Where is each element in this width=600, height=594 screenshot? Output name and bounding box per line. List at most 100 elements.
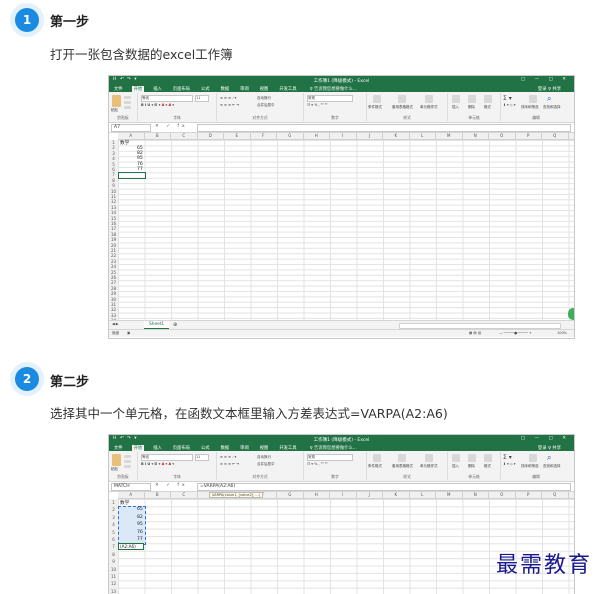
cell-a2[interactable]: 65 bbox=[137, 146, 143, 151]
delete-cells-icon[interactable] bbox=[468, 454, 476, 462]
column-header[interactable]: O bbox=[489, 492, 516, 498]
add-sheet-icon[interactable]: ⊕ bbox=[173, 322, 177, 328]
copy-icon[interactable] bbox=[124, 460, 131, 463]
number-format-select[interactable]: 常规 bbox=[307, 95, 353, 102]
name-box[interactable]: A7 bbox=[111, 124, 151, 132]
cut-icon[interactable] bbox=[124, 455, 131, 458]
column-header[interactable]: L bbox=[410, 492, 436, 498]
number-icons[interactable]: ☷ ▾ % , ⁰⁰ ⁰⁰ bbox=[307, 462, 328, 466]
tab-data[interactable]: 数据 bbox=[219, 86, 232, 92]
tab-view[interactable]: 视图 bbox=[258, 445, 271, 451]
column-header[interactable]: C bbox=[171, 133, 198, 139]
align-icons[interactable]: ≡ ≡ ≡ ⟋▾ bbox=[220, 455, 236, 459]
cell-styles-icon[interactable] bbox=[425, 454, 433, 462]
tell-me-search[interactable]: ♀ 告诉我您想要做什么... bbox=[308, 86, 359, 92]
fill-clear-icons[interactable]: ⬇ ▾ ◇ ▾ bbox=[503, 462, 515, 466]
column-header[interactable]: J bbox=[357, 492, 383, 498]
format-cells-icon[interactable] bbox=[484, 95, 492, 103]
column-header[interactable]: C bbox=[171, 492, 198, 498]
tab-home[interactable]: 开始 bbox=[131, 444, 145, 451]
column-header[interactable]: G bbox=[277, 133, 304, 139]
sort-filter-icon[interactable] bbox=[529, 95, 537, 103]
row-header[interactable]: 12 bbox=[109, 580, 118, 587]
tab-view[interactable]: 视图 bbox=[258, 86, 271, 92]
merge-center-button[interactable]: 合并后居中 bbox=[257, 462, 275, 467]
worksheet-grid[interactable]: ABCDEFGHIJKLMNOPQ 1 2 3 4 5 6 7 8 9 10 11 12 13 14 15 1… bbox=[109, 133, 574, 323]
number-format-select[interactable]: 常规 bbox=[307, 454, 353, 461]
tab-page-layout[interactable]: 页面布局 bbox=[171, 445, 192, 451]
editing-cell-a7[interactable]: (A2:A6) bbox=[118, 543, 144, 550]
side-helper-tab[interactable] bbox=[568, 308, 574, 320]
cell-a1[interactable]: 数学 bbox=[120, 140, 129, 146]
tab-review[interactable]: 审阅 bbox=[238, 445, 251, 451]
tab-insert[interactable]: 插入 bbox=[151, 445, 164, 451]
sheet-tab[interactable]: Sheet1 bbox=[144, 321, 170, 329]
number-icons[interactable]: ☷ ▾ % , ⁰⁰ ⁰⁰ bbox=[307, 103, 328, 107]
column-header[interactable]: L bbox=[410, 133, 436, 139]
autosum-icon[interactable]: Σ ▾ bbox=[503, 95, 512, 102]
bold-icon[interactable]: B I U ▾ ⊞ ▾ A ▾ A ▾ bbox=[141, 103, 174, 107]
column-header[interactable]: K bbox=[383, 133, 410, 139]
cell-a4[interactable]: 95 bbox=[137, 156, 143, 161]
font-name-select[interactable]: 等线 bbox=[141, 454, 193, 461]
tab-page-layout[interactable]: 页面布局 bbox=[171, 86, 192, 92]
window-controls[interactable]: □ — □ ✕ bbox=[521, 77, 570, 82]
paste-icon[interactable] bbox=[112, 95, 121, 107]
find-select-icon[interactable]: ⌕ bbox=[547, 94, 551, 104]
column-header[interactable]: Q bbox=[542, 133, 569, 139]
row-header[interactable]: 9 bbox=[109, 558, 118, 565]
row-header[interactable]: 11 bbox=[109, 573, 118, 580]
font-size-select[interactable]: 11 bbox=[195, 95, 209, 102]
row-header[interactable]: 10 bbox=[109, 566, 118, 573]
tab-review[interactable]: 审阅 bbox=[238, 86, 251, 92]
sort-filter-icon[interactable] bbox=[529, 454, 537, 462]
column-header[interactable]: I bbox=[330, 133, 357, 139]
cell-a2[interactable]: 65 bbox=[137, 507, 143, 512]
column-header[interactable]: F bbox=[251, 133, 277, 139]
tab-developer[interactable]: 开发工具 bbox=[277, 86, 298, 92]
column-header[interactable]: Q bbox=[542, 492, 569, 498]
tab-data[interactable]: 数据 bbox=[219, 445, 232, 451]
column-header[interactable]: N bbox=[463, 133, 489, 139]
cell-a3[interactable]: 82 bbox=[137, 515, 143, 520]
column-header[interactable]: P bbox=[516, 133, 542, 139]
row-header[interactable]: 8 bbox=[109, 551, 118, 558]
cell-a5[interactable]: 76 bbox=[137, 530, 143, 535]
row-header[interactable]: 1 bbox=[109, 499, 118, 506]
column-header[interactable]: M bbox=[436, 133, 463, 139]
tab-formulas[interactable]: 公式 bbox=[199, 445, 212, 451]
align-icons[interactable]: ≡ ≡ ≡ ⟋▾ bbox=[220, 96, 236, 100]
row-header[interactable]: 3 bbox=[109, 514, 118, 521]
column-header[interactable]: A bbox=[118, 133, 145, 139]
cell-styles-icon[interactable] bbox=[425, 95, 433, 103]
align-icons-2[interactable]: ≡ ≡ ≡ ⇤ ⇥ bbox=[220, 462, 239, 466]
column-header[interactable]: H bbox=[304, 133, 330, 139]
conditional-format-icon[interactable] bbox=[373, 95, 381, 103]
tab-developer[interactable]: 开发工具 bbox=[277, 445, 298, 451]
wrap-text-button[interactable]: 自动换行 bbox=[257, 96, 271, 101]
formula-icons[interactable]: ✕ ✓ fx bbox=[155, 483, 188, 488]
row-header[interactable]: 2 bbox=[109, 506, 118, 513]
wrap-text-button[interactable]: 自动换行 bbox=[257, 455, 271, 460]
column-header[interactable]: E bbox=[224, 133, 251, 139]
column-header[interactable]: J bbox=[357, 133, 383, 139]
cell-area[interactable] bbox=[118, 140, 574, 323]
format-table-icon[interactable] bbox=[398, 454, 406, 462]
column-header[interactable]: G bbox=[277, 492, 304, 498]
cell-a4[interactable]: 95 bbox=[137, 522, 143, 527]
tab-file[interactable]: 文件 bbox=[112, 86, 125, 92]
column-header[interactable]: O bbox=[489, 133, 516, 139]
find-select-icon[interactable]: ⌕ bbox=[547, 453, 551, 463]
column-header[interactable]: B bbox=[145, 492, 171, 498]
column-header[interactable]: H bbox=[304, 492, 330, 498]
column-header[interactable]: P bbox=[516, 492, 542, 498]
cell-a1[interactable]: 数学 bbox=[120, 500, 129, 506]
format-table-icon[interactable] bbox=[398, 95, 406, 103]
align-icons-2[interactable]: ≡ ≡ ≡ ⇤ ⇥ bbox=[220, 103, 239, 107]
tab-file[interactable]: 文件 bbox=[112, 445, 125, 451]
column-header[interactable]: D bbox=[198, 133, 224, 139]
autosum-icon[interactable]: Σ ▾ bbox=[503, 454, 512, 461]
insert-cells-icon[interactable] bbox=[452, 454, 460, 462]
row-header[interactable]: 7 bbox=[109, 543, 118, 550]
formula-input[interactable] bbox=[197, 124, 571, 132]
